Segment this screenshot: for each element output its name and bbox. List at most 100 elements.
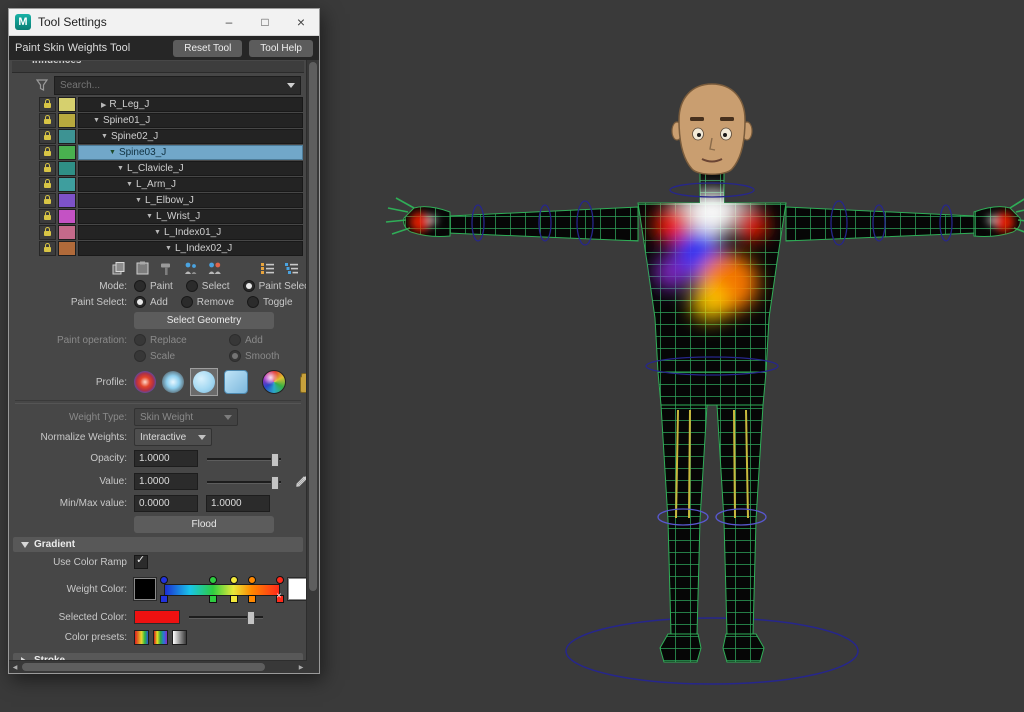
joint-color-swatch[interactable] (58, 177, 76, 192)
mode-option-paint-select[interactable]: Paint Select (243, 280, 307, 292)
window-titlebar[interactable]: M Tool Settings – □ × (9, 9, 319, 36)
joint-row-Spine01_J[interactable]: ▼Spine01_J (39, 113, 303, 128)
expand-arrow-icon[interactable]: ▼ (93, 117, 100, 124)
color-sphere-icon[interactable] (262, 370, 286, 394)
move-weights-icon[interactable] (183, 261, 198, 276)
joint-label[interactable]: ▼Spine01_J (78, 113, 303, 128)
joint-row-L_Arm_J[interactable]: ▼L_Arm_J (39, 177, 303, 192)
paint-op-scale[interactable]: Scale (134, 350, 216, 362)
lock-icon[interactable] (39, 129, 56, 144)
paint-op-add[interactable]: Add (229, 334, 263, 346)
joint-color-swatch[interactable] (58, 129, 76, 144)
tool-help-button[interactable]: Tool Help (249, 40, 313, 57)
joint-label[interactable]: ▼L_Index01_J (78, 225, 303, 240)
ramp-stop-dot[interactable] (209, 576, 217, 584)
vertical-scrollbar[interactable] (306, 60, 319, 661)
ramp-stop-square[interactable] (230, 595, 238, 603)
expand-arrow-icon[interactable]: ▼ (117, 165, 124, 172)
joint-row-L_Wrist_J[interactable]: ▼L_Wrist_J (39, 209, 303, 224)
lock-icon[interactable] (39, 209, 56, 224)
horizontal-scroll-thumb[interactable] (22, 663, 265, 671)
selected-color-swatch[interactable] (134, 610, 180, 624)
mode-option-paint[interactable]: Paint (134, 280, 173, 292)
opacity-slider[interactable] (207, 452, 281, 466)
slider-handle[interactable] (271, 476, 279, 490)
joint-row-L_Index02_J[interactable]: ▼L_Index02_J (39, 241, 303, 256)
joint-color-swatch[interactable] (58, 225, 76, 240)
expand-arrow-icon[interactable]: ▼ (101, 133, 108, 140)
slider-handle[interactable] (271, 453, 279, 467)
color-preset-rainbow-icon[interactable] (134, 630, 149, 645)
expand-arrow-icon[interactable]: ▶ (101, 101, 106, 109)
sort-list-orange-icon[interactable] (260, 261, 275, 276)
search-input[interactable] (60, 80, 287, 91)
paint-op-smooth[interactable]: Smooth (229, 350, 279, 362)
brush-gaussian-icon[interactable] (134, 371, 156, 393)
joint-color-swatch[interactable] (58, 97, 76, 112)
lock-icon[interactable] (39, 113, 56, 128)
joint-label[interactable]: ▶R_Leg_J (78, 97, 303, 112)
joint-color-swatch[interactable] (58, 145, 76, 160)
ramp-stop-square[interactable] (160, 595, 168, 603)
mode-option-select[interactable]: Select (186, 280, 230, 292)
selected-color-slider[interactable] (189, 610, 263, 624)
paint-select-option-toggle[interactable]: Toggle (247, 296, 292, 308)
max-value-field[interactable]: 1.0000 (206, 495, 270, 512)
weight-color-ramp[interactable] (164, 574, 280, 604)
paint-select-option-add[interactable]: Add (134, 296, 168, 308)
value-slider[interactable] (207, 475, 281, 489)
close-button[interactable]: × (283, 9, 319, 35)
joint-row-L_Clavicle_J[interactable]: ▼L_Clavicle_J (39, 161, 303, 176)
show-influence-icon[interactable] (207, 261, 222, 276)
joint-label[interactable]: ▼L_Arm_J (78, 177, 303, 192)
brush-soft-icon[interactable] (162, 371, 184, 393)
paint-op-replace[interactable]: Replace (134, 334, 216, 346)
reset-tool-button[interactable]: Reset Tool (173, 40, 242, 57)
expand-arrow-icon[interactable]: ▼ (165, 245, 172, 252)
expand-arrow-icon[interactable]: ▼ (154, 229, 161, 236)
lock-icon[interactable] (39, 97, 56, 112)
lock-icon[interactable] (39, 177, 56, 192)
joint-label[interactable]: ▼L_Clavicle_J (78, 161, 303, 176)
joint-label[interactable]: ▼L_Elbow_J (78, 193, 303, 208)
joint-row-L_Index01_J[interactable]: ▼L_Index01_J (39, 225, 303, 240)
joint-row-Spine02_J[interactable]: ▼Spine02_J (39, 129, 303, 144)
scroll-right-arrow-icon[interactable]: ▶ (295, 661, 307, 673)
lock-icon[interactable] (39, 193, 56, 208)
joint-color-swatch[interactable] (58, 241, 76, 256)
joint-label[interactable]: ▼Spine03_J (78, 145, 303, 160)
ramp-stop-dot[interactable] (230, 576, 238, 584)
expand-arrow-icon[interactable]: ▼ (135, 197, 142, 204)
paint-select-option-remove[interactable]: Remove (181, 296, 234, 308)
ramp-right-swatch[interactable] (288, 578, 307, 600)
joint-row-Spine03_J[interactable]: ▼Spine03_J (39, 145, 303, 160)
joint-color-swatch[interactable] (58, 113, 76, 128)
vertical-scroll-thumb[interactable] (309, 62, 317, 591)
maximize-button[interactable]: □ (247, 9, 283, 35)
ramp-left-swatch[interactable] (134, 578, 156, 600)
ramp-stop-dot[interactable] (160, 576, 168, 584)
chevron-down-icon[interactable] (287, 83, 295, 88)
value-field[interactable]: 1.0000 (134, 473, 198, 490)
ramp-stop-dot[interactable] (248, 576, 256, 584)
min-value-field[interactable]: 0.0000 (134, 495, 198, 512)
minimize-button[interactable]: – (211, 9, 247, 35)
brush-solid-selected[interactable] (190, 368, 218, 396)
joint-color-swatch[interactable] (58, 193, 76, 208)
color-preset-spectrum-icon[interactable] (153, 630, 168, 645)
expand-arrow-icon[interactable]: ▼ (109, 149, 116, 156)
paste-weights-icon[interactable] (135, 261, 150, 276)
opacity-field[interactable]: 1.0000 (134, 450, 198, 467)
joint-label[interactable]: ▼L_Wrist_J (78, 209, 303, 224)
joint-color-swatch[interactable] (58, 161, 76, 176)
scroll-left-arrow-icon[interactable]: ◀ (9, 661, 21, 673)
normalize-weights-dropdown[interactable]: Interactive (134, 428, 212, 446)
joint-label[interactable]: ▼L_Index02_J (78, 241, 303, 256)
lock-icon[interactable] (39, 145, 56, 160)
weight-type-dropdown[interactable]: Skin Weight (134, 408, 238, 426)
ramp-gradient-bar[interactable] (164, 584, 280, 596)
sort-list-blue-icon[interactable] (284, 261, 299, 276)
influences-section-header[interactable]: Influences (12, 61, 304, 73)
brush-square-icon[interactable] (224, 370, 248, 394)
lock-icon[interactable] (39, 225, 56, 240)
